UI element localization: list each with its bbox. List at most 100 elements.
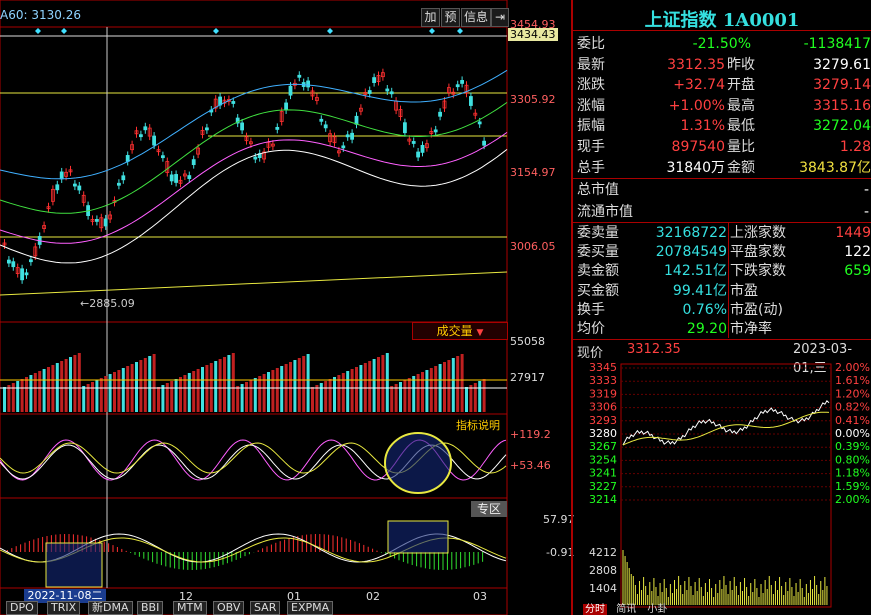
intraday-tabs: 分时 简讯 小卦 xyxy=(583,604,669,615)
indicator-axis-v1: +119.2 xyxy=(510,428,551,441)
ma60-label: A60: 3130.26 xyxy=(0,8,81,22)
candle xyxy=(477,121,482,125)
volume-axis-max: 55058 xyxy=(510,335,545,348)
intraday-volume-tick: 2808 xyxy=(589,564,617,577)
volume-title-dropdown[interactable]: 成交量 ▼ xyxy=(412,322,508,340)
tab-news[interactable]: 简讯 xyxy=(614,604,638,615)
volume-bar xyxy=(161,385,165,412)
info-button[interactable]: 信息 xyxy=(461,8,491,27)
volume-bar xyxy=(121,368,125,412)
float-cap-value: - xyxy=(863,204,869,220)
candle xyxy=(55,184,60,191)
add-button[interactable]: 加 xyxy=(421,8,440,27)
ma20-line xyxy=(0,131,508,244)
volume-bar xyxy=(11,383,15,412)
tab-sar[interactable]: SAR xyxy=(250,601,281,615)
quote-row-label: 均价 xyxy=(577,321,605,337)
quote-row: 涨跌 +32.74 开盘 3279.14 xyxy=(573,75,871,95)
quote-row-label-2: 平盘家数 xyxy=(730,244,786,261)
volume-bar xyxy=(29,375,33,412)
volume-bar xyxy=(460,354,464,412)
volume-bar xyxy=(280,366,284,412)
quote-row-value: +32.74 xyxy=(673,77,725,94)
quote-row: 委卖量 32168722 上涨家数 1449 xyxy=(573,223,871,243)
volume-bar xyxy=(421,372,424,412)
intraday-chart-svg[interactable]: 3345 2.00% 3333 1.61% 3319 1.20% 3306 0.82% 3293… xyxy=(573,360,871,615)
tab-trix[interactable]: TRIX xyxy=(47,601,81,615)
volume-bar xyxy=(346,371,350,412)
candle xyxy=(411,141,416,144)
candle xyxy=(28,259,33,263)
candle xyxy=(59,171,64,180)
candle xyxy=(341,145,346,149)
predict-button[interactable]: 预 xyxy=(441,8,460,27)
ma5-line xyxy=(0,149,508,264)
tab-divination[interactable]: 小卦 xyxy=(645,604,669,615)
volume-bar xyxy=(355,367,358,412)
marker-icon xyxy=(429,28,435,34)
volume-bar xyxy=(42,369,46,412)
volume-bar xyxy=(20,379,24,412)
volume-bar xyxy=(95,380,99,412)
tab-expma[interactable]: EXPMA xyxy=(287,601,334,615)
quote-row-label: 现手 xyxy=(577,139,605,155)
intraday-right-tick: 0.39% xyxy=(835,440,870,453)
candle xyxy=(95,219,99,222)
quote-row-label: 涨幅 xyxy=(577,97,605,114)
volume-bar xyxy=(350,369,354,412)
candle xyxy=(152,135,157,146)
candle xyxy=(284,102,289,111)
volume-bar xyxy=(165,383,169,412)
volume-bar xyxy=(289,362,292,412)
volume-bar xyxy=(372,359,376,412)
quote-row-label-2: 开盘 xyxy=(727,77,755,94)
candle xyxy=(455,84,460,88)
quote-row-value-2: -1138417 xyxy=(803,36,871,52)
kline-chart-area[interactable]: A60: 3130.26 加 预 信息 ⇥ 3454.93 3434.43 33… xyxy=(0,0,575,615)
indicator-help-link[interactable]: 指标说明 xyxy=(456,417,500,433)
tab-bbi[interactable]: BBI xyxy=(137,601,164,615)
volume-bar xyxy=(319,383,323,412)
intraday-left-tick: 3254 xyxy=(589,453,617,466)
quote-row-label-2: 下跌家数 xyxy=(730,263,786,280)
candle xyxy=(438,111,443,117)
candle xyxy=(389,91,394,95)
quote-row: 换手 0.76% 市盈(动) xyxy=(573,300,871,320)
quote-row: 振幅 1.31% 最低 3272.04 xyxy=(573,116,871,136)
candle xyxy=(138,134,143,138)
intraday-left-tick: 3280 xyxy=(589,427,617,440)
tab-new-dma[interactable]: 新DMA xyxy=(88,601,133,615)
intraday-right-tick: 0.82% xyxy=(835,401,870,414)
intraday-avg-line xyxy=(622,411,830,446)
special-zone-button[interactable]: 专区 xyxy=(471,501,507,517)
candle xyxy=(354,115,359,125)
volume-axis-mid: 27917 xyxy=(510,371,545,384)
volume-bar xyxy=(341,373,345,412)
highlight-circle xyxy=(384,432,452,494)
candle xyxy=(160,155,165,159)
candle xyxy=(275,126,280,130)
exit-icon[interactable]: ⇥ xyxy=(491,8,509,27)
volume-bar xyxy=(429,368,433,412)
marker-icon xyxy=(327,28,333,34)
volume-bar xyxy=(381,355,385,412)
volume-bar xyxy=(425,370,429,412)
candle xyxy=(169,174,174,182)
volume-bar xyxy=(25,377,28,412)
tab-mtm[interactable]: MTM xyxy=(173,601,207,615)
volume-bar xyxy=(117,370,121,412)
quote-row-label-2: 市净率 xyxy=(730,321,772,337)
tab-dpo[interactable]: DPO xyxy=(6,601,38,615)
volume-bar xyxy=(152,354,156,412)
volume-bar xyxy=(201,367,204,412)
tab-intraday[interactable]: 分时 xyxy=(583,604,607,615)
market-cap-value: - xyxy=(863,182,869,198)
divider xyxy=(573,339,871,340)
volume-bar xyxy=(174,379,178,412)
volume-bar xyxy=(126,366,130,412)
divider xyxy=(728,223,729,338)
quote-row-label-2: 最高 xyxy=(727,97,755,114)
candle xyxy=(7,259,11,264)
tab-obv[interactable]: OBV xyxy=(213,601,245,615)
quote-row-value: 142.51亿 xyxy=(664,263,727,280)
